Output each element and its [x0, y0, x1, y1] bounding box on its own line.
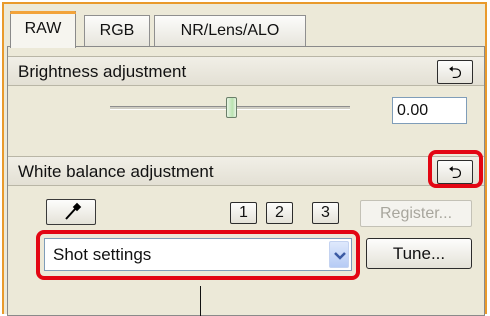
preset-1-button[interactable]: 1	[230, 202, 257, 224]
divider-line	[200, 286, 201, 316]
brightness-reset-button[interactable]: ⮌	[437, 60, 473, 84]
undo-arrow-icon: ⮌	[448, 62, 462, 82]
tune-button[interactable]: Tune...	[366, 238, 472, 269]
eyedropper-icon	[65, 202, 82, 220]
brightness-value: 0.00	[397, 102, 429, 119]
tab-raw[interactable]: RAW	[10, 11, 76, 48]
tab-rgb[interactable]: RGB	[84, 15, 150, 46]
brightness-value-input[interactable]: 0.00	[392, 97, 467, 124]
brightness-header: Brightness adjustment	[8, 56, 484, 86]
preset-3-button[interactable]: 3	[312, 202, 339, 224]
brightness-slider-thumb[interactable]	[226, 97, 237, 118]
register-button[interactable]: Register...	[360, 200, 472, 227]
white-balance-header: White balance adjustment	[8, 156, 484, 186]
reset-highlight	[428, 150, 483, 188]
tab-nr-lens-alo[interactable]: NR/Lens/ALO	[154, 15, 306, 46]
brightness-title: Brightness adjustment	[18, 62, 187, 81]
white-balance-title: White balance adjustment	[18, 162, 214, 181]
preset-2-button[interactable]: 2	[266, 202, 293, 224]
eyedropper-button[interactable]	[46, 199, 96, 225]
select-highlight	[36, 230, 360, 280]
